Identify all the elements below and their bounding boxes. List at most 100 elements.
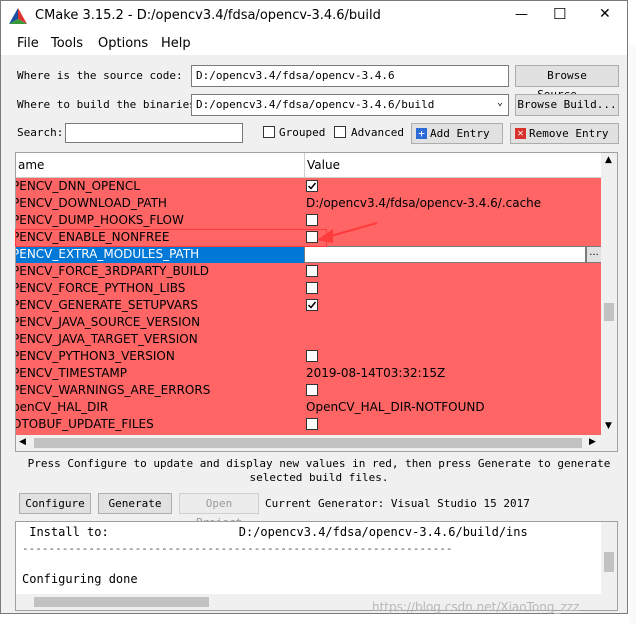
table-row[interactable]: OTOBUF_UPDATE_FILES xyxy=(16,416,602,433)
entry-value-checkbox[interactable] xyxy=(306,350,318,362)
table-row[interactable]: PENCV_JAVA_TARGET_VERSION xyxy=(16,331,602,348)
column-header-name-label: ame xyxy=(18,158,45,172)
remove-icon: ✕ xyxy=(515,128,526,139)
build-label: Where to build the binaries: xyxy=(17,98,203,111)
browse-build-button[interactable]: Browse Build... xyxy=(515,94,619,116)
advanced-label: Advanced xyxy=(351,126,404,139)
browse-path-button[interactable]: ... xyxy=(586,246,602,263)
maximize-button[interactable]: ☐ xyxy=(553,5,566,23)
entry-value-checkbox[interactable] xyxy=(306,384,318,396)
configure-button[interactable]: Configure xyxy=(19,493,91,514)
build-path-combobox[interactable]: D:/opencv3.4/fdsa/opencv-3.4.6/build ⌄ xyxy=(191,94,509,116)
entry-name: penCV_HAL_DIR xyxy=(16,400,109,414)
grouped-checkbox[interactable] xyxy=(263,126,275,138)
entry-value-checkbox[interactable] xyxy=(306,299,318,311)
window-title: CMake 3.15.2 - D:/opencv3.4/fdsa/opencv-… xyxy=(35,8,381,23)
output-hscroll-thumb[interactable] xyxy=(34,597,209,607)
entry-value-text[interactable]: 2019-08-14T03:32:15Z xyxy=(306,365,445,382)
entry-name: PENCV_PYTHON3_VERSION xyxy=(16,349,175,363)
minimize-button[interactable]: — xyxy=(515,7,528,22)
entry-value-checkbox[interactable] xyxy=(306,180,318,192)
scroll-left-icon[interactable]: ◀ xyxy=(19,437,26,447)
scroll-down-icon[interactable]: ▼ xyxy=(605,421,612,431)
background-fragment xyxy=(629,45,636,625)
table-row[interactable]: PENCV_WARNINGS_ARE_ERRORS xyxy=(16,382,602,399)
table-row[interactable]: PENCV_DNN_OPENCL xyxy=(16,178,602,195)
add-icon: + xyxy=(416,128,427,139)
generate-button[interactable]: Generate xyxy=(98,493,172,514)
entry-name: PENCV_TIMESTAMP xyxy=(16,366,128,380)
source-path-field[interactable]: D:/opencv3.4/fdsa/opencv-3.4.6 xyxy=(191,65,509,87)
menu-tools[interactable]: Tools xyxy=(51,36,83,51)
scroll-right-icon[interactable]: ▶ xyxy=(589,437,596,447)
search-label: Search: xyxy=(17,126,64,139)
open-project-button[interactable]: Open Project xyxy=(179,493,259,529)
hscroll-thumb[interactable] xyxy=(34,438,582,448)
entry-name: OTOBUF_UPDATE_FILES xyxy=(16,417,154,431)
entry-value-checkbox[interactable] xyxy=(306,418,318,430)
column-header-value[interactable]: Value xyxy=(304,153,603,178)
chevron-down-icon[interactable]: ⌄ xyxy=(497,97,503,108)
table-row[interactable]: PENCV_JAVA_SOURCE_VERSION xyxy=(16,314,602,331)
grouped-label: Grouped xyxy=(279,126,326,139)
cmake-window: CMake 3.15.2 - D:/opencv3.4/fdsa/opencv-… xyxy=(0,0,628,614)
title-bar: CMake 3.15.2 - D:/opencv3.4/fdsa/opencv-… xyxy=(1,1,627,31)
build-path-value: D:/opencv3.4/fdsa/opencv-3.4.6/build xyxy=(196,98,435,111)
scroll-up-icon[interactable]: ▲ xyxy=(605,155,612,165)
add-entry-label: Add Entry xyxy=(430,127,490,140)
horizontal-scrollbar[interactable]: ◀ ▶ xyxy=(16,435,617,451)
browse-source-button[interactable]: Browse Source... xyxy=(515,65,619,101)
table-row[interactable]: PENCV_DOWNLOAD_PATH D:/opencv3.4/fdsa/ope… xyxy=(16,195,602,212)
entry-name: PENCV_FORCE_3RDPARTY_BUILD xyxy=(16,264,209,278)
entry-value-checkbox[interactable] xyxy=(306,282,318,294)
close-button[interactable]: ✕ xyxy=(599,6,611,22)
source-label: Where is the source code: xyxy=(17,69,183,82)
watermark-text: https://blog.csdn.net/XiaoTong_zzz xyxy=(372,600,580,614)
entry-name: PENCV_DUMP_HOOKS_FLOW xyxy=(16,213,184,227)
menu-bar: File Tools Options Help xyxy=(1,31,627,55)
output-line-install: Install to: D:/opencv3.4/fdsa/opencv-3.4… xyxy=(22,525,528,539)
add-entry-button[interactable]: + Add Entry xyxy=(411,123,503,144)
table-row[interactable]: PENCV_DUMP_HOOKS_FLOW xyxy=(16,212,602,229)
annotation-highlight-box xyxy=(15,229,327,247)
entry-name: PENCV_FORCE_PYTHON_LIBS xyxy=(16,281,186,295)
menu-help[interactable]: Help xyxy=(161,36,191,51)
entry-value-checkbox[interactable] xyxy=(306,265,318,277)
remove-entry-label: Remove Entry xyxy=(529,127,609,140)
entry-value-text[interactable]: OpenCV_HAL_DIR-NOTFOUND xyxy=(306,399,485,416)
output-scroll-thumb[interactable] xyxy=(604,552,614,572)
output-log[interactable]: Install to: D:/opencv3.4/fdsa/opencv-3.4… xyxy=(15,521,618,611)
entry-name: PENCV_JAVA_SOURCE_VERSION xyxy=(16,315,201,329)
table-row[interactable]: penCV_HAL_DIR OpenCV_HAL_DIR-NOTFOUND xyxy=(16,399,602,416)
column-header-value-label: Value xyxy=(307,158,340,172)
advanced-checkbox[interactable] xyxy=(334,126,346,138)
table-row[interactable]: PENCV_EXTRA_MODULES_PATH... xyxy=(16,246,602,263)
entry-name: PENCV_EXTRA_MODULES_PATH xyxy=(16,247,200,261)
output-vertical-scrollbar[interactable] xyxy=(601,522,617,610)
table-row[interactable]: PENCV_FORCE_3RDPARTY_BUILD xyxy=(16,263,602,280)
cmake-logo-icon xyxy=(9,8,27,24)
menu-options[interactable]: Options xyxy=(98,36,148,51)
entry-name: PENCV_JAVA_TARGET_VERSION xyxy=(16,332,198,346)
table-row[interactable]: PENCV_GENERATE_SETUPVARS xyxy=(16,297,602,314)
search-input[interactable] xyxy=(65,123,243,143)
output-line-configuring: Configuring done xyxy=(22,572,138,586)
entry-name: PENCV_DOWNLOAD_PATH xyxy=(16,196,167,210)
configure-hint: Press Configure to update and display ne… xyxy=(27,457,611,484)
column-header-name[interactable]: ame xyxy=(16,153,304,178)
table-row[interactable]: PENCV_TIMESTAMP 2019-08-14T03:32:15Z xyxy=(16,365,602,382)
table-row[interactable]: PENCV_FORCE_PYTHON_LIBS xyxy=(16,280,602,297)
entry-name: PENCV_DNN_OPENCL xyxy=(16,179,140,193)
remove-entry-button[interactable]: ✕ Remove Entry xyxy=(510,123,619,144)
annotation-arrow-icon xyxy=(317,222,378,243)
table-row[interactable]: PENCV_PYTHON3_VERSION xyxy=(16,348,602,365)
entry-name: PENCV_GENERATE_SETUPVARS xyxy=(16,298,199,312)
output-separator: ----------------------------------------… xyxy=(22,542,453,555)
entry-name: PENCV_WARNINGS_ARE_ERRORS xyxy=(16,383,211,397)
vertical-scrollbar[interactable]: ▲ ▼ xyxy=(601,153,617,451)
current-generator-label: Current Generator: Visual Studio 15 2017 xyxy=(265,497,530,510)
entry-value-text[interactable]: D:/opencv3.4/fdsa/opencv-3.4.6/.cache xyxy=(306,195,541,212)
scroll-thumb[interactable] xyxy=(604,303,614,321)
cache-entries-table: ame Value PENCV_DNN_OPENCL PENCV_DOWNLOAD… xyxy=(15,152,618,452)
menu-file[interactable]: File xyxy=(17,36,39,51)
